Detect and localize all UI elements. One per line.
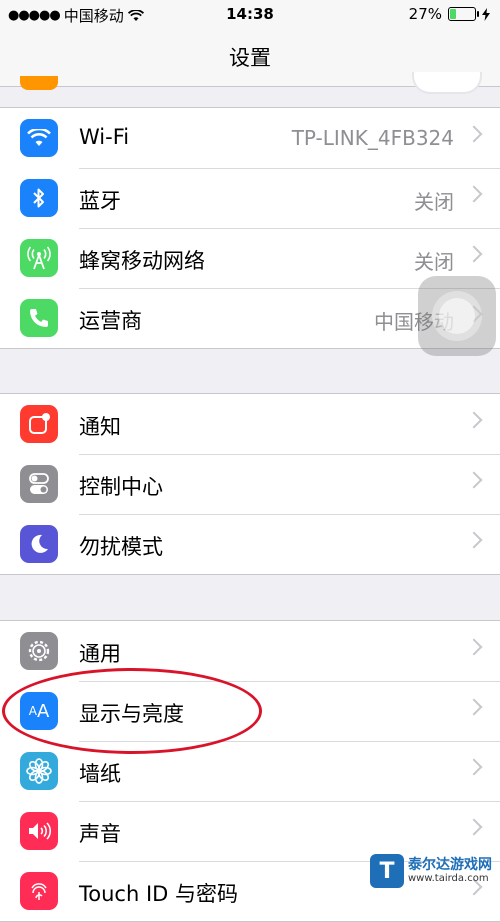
settings-row-value: 关闭 — [414, 190, 454, 214]
bluetooth-icon — [20, 179, 58, 217]
chevron-right-icon — [465, 758, 483, 776]
assistive-touch-center-icon — [439, 298, 475, 334]
watermark-url: www.tairda.com — [408, 873, 489, 885]
settings-row-notifications[interactable]: 通知 — [0, 394, 500, 454]
settings-row-value: TP-LINK_4FB324 — [291, 126, 454, 150]
settings-row-wifi[interactable]: Wi-Fi TP-LINK_4FB324 — [0, 108, 500, 168]
battery-icon — [448, 7, 479, 21]
control-center-icon — [20, 465, 58, 503]
chevron-right-icon — [465, 245, 483, 263]
battery-percent: 27% — [408, 5, 442, 23]
chevron-right-icon — [465, 185, 483, 203]
watermark-name: 泰尔达游戏网 — [408, 856, 492, 873]
fingerprint-icon — [20, 872, 58, 910]
chevron-right-icon — [465, 638, 483, 656]
settings-row-label: 控制中心 — [79, 475, 163, 499]
chevron-right-icon — [465, 818, 483, 836]
page-title: 设置 — [229, 46, 271, 70]
settings-row-general[interactable]: 通用 — [0, 621, 500, 681]
assistive-touch-button[interactable] — [418, 276, 496, 356]
settings-row-label: 通用 — [79, 642, 121, 666]
settings-row-label: 墙纸 — [79, 762, 121, 786]
status-bar: ●●●●● 中国移动 14:38 27% — [0, 0, 500, 28]
gear-icon — [20, 632, 58, 670]
notification-icon — [20, 405, 58, 443]
settings-row-label: 声音 — [79, 822, 121, 846]
settings-row-label: Touch ID 与密码 — [79, 882, 238, 906]
settings-row-label: 显示与亮度 — [79, 702, 184, 726]
wallpaper-flower-icon — [20, 752, 58, 790]
wifi-icon — [20, 119, 58, 157]
settings-group-notifications: 通知 控制中心 勿扰模式 — [0, 393, 500, 575]
cellular-icon — [20, 239, 58, 277]
chevron-right-icon — [465, 698, 483, 716]
airplane-mode-toggle[interactable] — [412, 72, 482, 94]
settings-row-do-not-disturb[interactable]: 勿扰模式 — [0, 514, 500, 574]
settings-row-bluetooth[interactable]: 蓝牙 关闭 — [0, 168, 500, 228]
settings-row-label: 蓝牙 — [79, 189, 121, 213]
settings-row-wallpaper[interactable]: 墙纸 — [0, 741, 500, 801]
display-brightness-icon: AA — [20, 692, 58, 730]
moon-icon — [20, 525, 58, 563]
charging-icon — [482, 7, 490, 21]
settings-row-label: Wi-Fi — [79, 125, 130, 149]
chevron-right-icon — [465, 471, 483, 489]
airplane-mode-icon — [20, 76, 58, 90]
settings-row-display-brightness[interactable]: AA 显示与亮度 — [0, 681, 500, 741]
settings-row-label: 通知 — [79, 415, 121, 439]
chevron-right-icon — [465, 125, 483, 143]
phone-icon — [20, 299, 58, 337]
chevron-right-icon — [465, 531, 483, 549]
chevron-right-icon — [465, 411, 483, 429]
settings-row-label: 运营商 — [79, 309, 142, 333]
site-watermark: T 泰尔达游戏网 www.tairda.com — [370, 852, 500, 890]
watermark-logo-icon: T — [370, 854, 404, 888]
settings-row-value: 关闭 — [414, 250, 454, 274]
settings-row-label: 蜂窝移动网络 — [79, 249, 205, 273]
speaker-icon — [20, 812, 58, 850]
settings-row-control-center[interactable]: 控制中心 — [0, 454, 500, 514]
settings-row-label: 勿扰模式 — [79, 535, 163, 559]
